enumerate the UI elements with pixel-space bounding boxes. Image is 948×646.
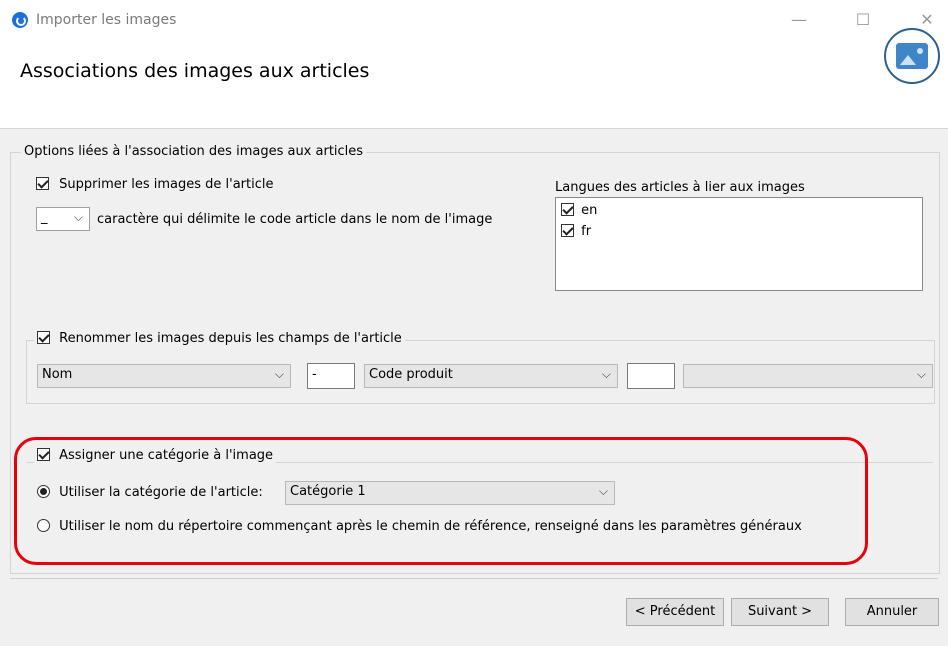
language-item-en[interactable]: en xyxy=(561,203,597,218)
delimiter-value: _ xyxy=(41,210,48,225)
chevron-down-icon: ⌵ xyxy=(601,367,611,381)
rename-checkbox[interactable] xyxy=(37,331,50,344)
category-group-legend[interactable]: Assigner une catégorie à l'image xyxy=(34,448,277,463)
chevron-down-icon: ⌵ xyxy=(73,210,83,224)
delimiter-label: caractère qui délimite le code article d… xyxy=(97,212,493,227)
rename-field2-value: Code produit xyxy=(369,367,453,382)
language-fr-label: fr xyxy=(581,224,592,239)
language-en-label: en xyxy=(581,203,598,218)
assign-category-label: Assigner une catégorie à l'image xyxy=(59,448,274,463)
delete-images-option[interactable]: Supprimer les images de l'article xyxy=(36,177,274,192)
rename-label: Renommer les images depuis les champs de… xyxy=(59,331,402,346)
image-icon xyxy=(884,28,940,84)
language-en-checkbox[interactable] xyxy=(561,203,574,216)
rename-group-legend[interactable]: Renommer les images depuis les champs de… xyxy=(34,331,405,346)
use-article-category-label: Utiliser la catégorie de l'article: xyxy=(59,485,263,500)
previous-button[interactable]: < Précédent xyxy=(626,598,724,626)
assign-category-checkbox[interactable] xyxy=(37,448,50,461)
wizard-header: Associations des images aux articles xyxy=(0,40,948,129)
app-icon xyxy=(12,12,28,28)
separator2-input[interactable] xyxy=(627,363,675,389)
page-title: Associations des images aux articles xyxy=(20,60,370,82)
delimiter-select[interactable]: _ ⌵ xyxy=(36,207,90,231)
category-select[interactable]: Catégorie 1 ⌵ xyxy=(285,481,615,505)
window-title: Importer les images xyxy=(36,12,177,28)
use-directory-radio[interactable] xyxy=(37,519,50,532)
chevron-down-icon: ⌵ xyxy=(274,367,284,381)
delete-images-checkbox[interactable] xyxy=(36,177,49,190)
separator1-input[interactable]: - xyxy=(307,363,355,389)
rename-field3-select[interactable]: ⌵ xyxy=(683,364,933,388)
cancel-button[interactable]: Annuler xyxy=(845,598,939,626)
next-button[interactable]: Suivant > xyxy=(731,598,829,626)
language-item-fr[interactable]: fr xyxy=(561,224,591,239)
chevron-down-icon: ⌵ xyxy=(598,484,608,498)
language-fr-checkbox[interactable] xyxy=(561,224,574,237)
title-bar: Importer les images — ☐ ✕ xyxy=(0,0,948,40)
rename-field1-select[interactable]: Nom ⌵ xyxy=(37,364,291,388)
delete-images-label: Supprimer les images de l'article xyxy=(59,177,274,192)
maximize-button[interactable]: ☐ xyxy=(848,6,878,34)
minimize-button[interactable]: — xyxy=(784,6,814,34)
use-article-category-option[interactable]: Utiliser la catégorie de l'article: xyxy=(37,485,263,500)
footer-separator xyxy=(10,578,938,579)
languages-label: Langues des articles à lier aux images xyxy=(555,180,805,195)
languages-list[interactable]: en fr xyxy=(555,197,923,291)
category-value: Catégorie 1 xyxy=(290,484,366,499)
use-directory-label: Utiliser le nom du répertoire commençant… xyxy=(59,519,802,534)
chevron-down-icon: ⌵ xyxy=(916,367,926,381)
options-group-legend: Options liées à l'association des images… xyxy=(21,144,367,159)
use-article-category-radio[interactable] xyxy=(37,485,50,498)
use-directory-option[interactable]: Utiliser le nom du répertoire commençant… xyxy=(37,519,802,534)
rename-field1-value: Nom xyxy=(42,367,73,382)
rename-field2-select[interactable]: Code produit ⌵ xyxy=(364,364,618,388)
